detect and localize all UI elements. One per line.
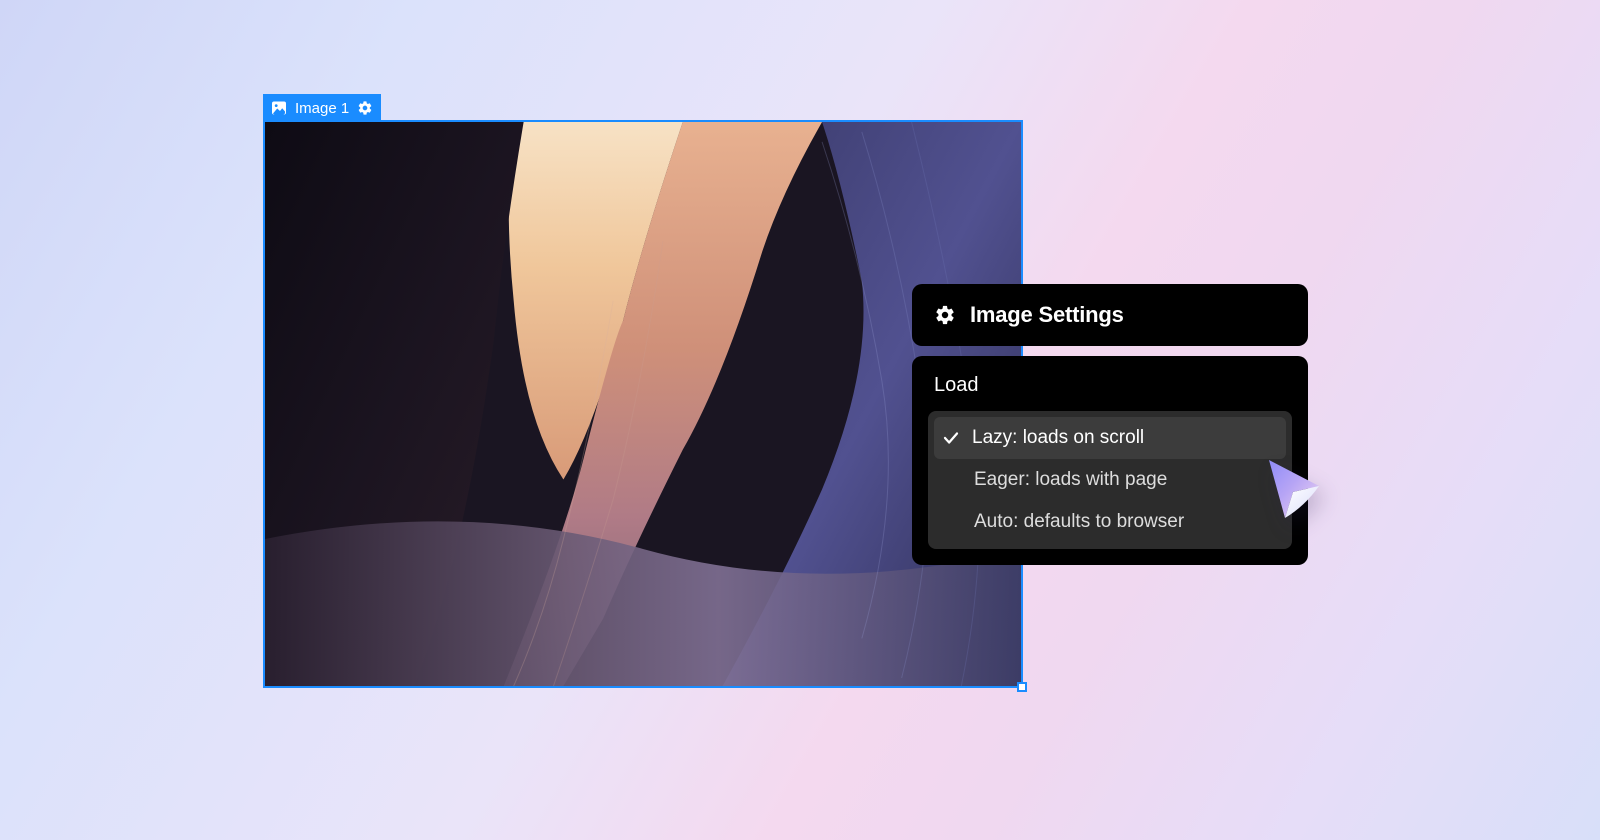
panel-body: Load Lazy: loads on scroll Eager: loads … bbox=[912, 356, 1308, 565]
check-icon bbox=[942, 429, 960, 447]
load-option-lazy[interactable]: Lazy: loads on scroll bbox=[934, 417, 1286, 459]
option-label: Lazy: loads on scroll bbox=[972, 427, 1144, 449]
load-section-label: Load bbox=[928, 374, 1292, 397]
image-settings-panel: Image Settings Load Lazy: loads on scrol… bbox=[912, 284, 1308, 565]
panel-header[interactable]: Image Settings bbox=[912, 284, 1308, 346]
load-option-list: Lazy: loads on scroll Eager: loads with … bbox=[928, 411, 1292, 549]
option-label: Eager: loads with page bbox=[974, 469, 1167, 491]
gear-icon[interactable] bbox=[357, 100, 373, 116]
load-option-auto[interactable]: Auto: defaults to browser bbox=[928, 501, 1292, 543]
resize-handle[interactable] bbox=[1017, 682, 1027, 692]
gear-icon bbox=[934, 304, 956, 326]
image-icon bbox=[271, 100, 287, 116]
selection-tab[interactable]: Image 1 bbox=[263, 94, 381, 122]
selection-label: Image 1 bbox=[295, 100, 349, 117]
image-placeholder bbox=[265, 122, 1021, 686]
panel-title: Image Settings bbox=[970, 302, 1124, 328]
option-label: Auto: defaults to browser bbox=[974, 511, 1184, 533]
load-option-eager[interactable]: Eager: loads with page bbox=[928, 459, 1292, 501]
selected-image-frame[interactable]: Image 1 bbox=[263, 120, 1023, 688]
